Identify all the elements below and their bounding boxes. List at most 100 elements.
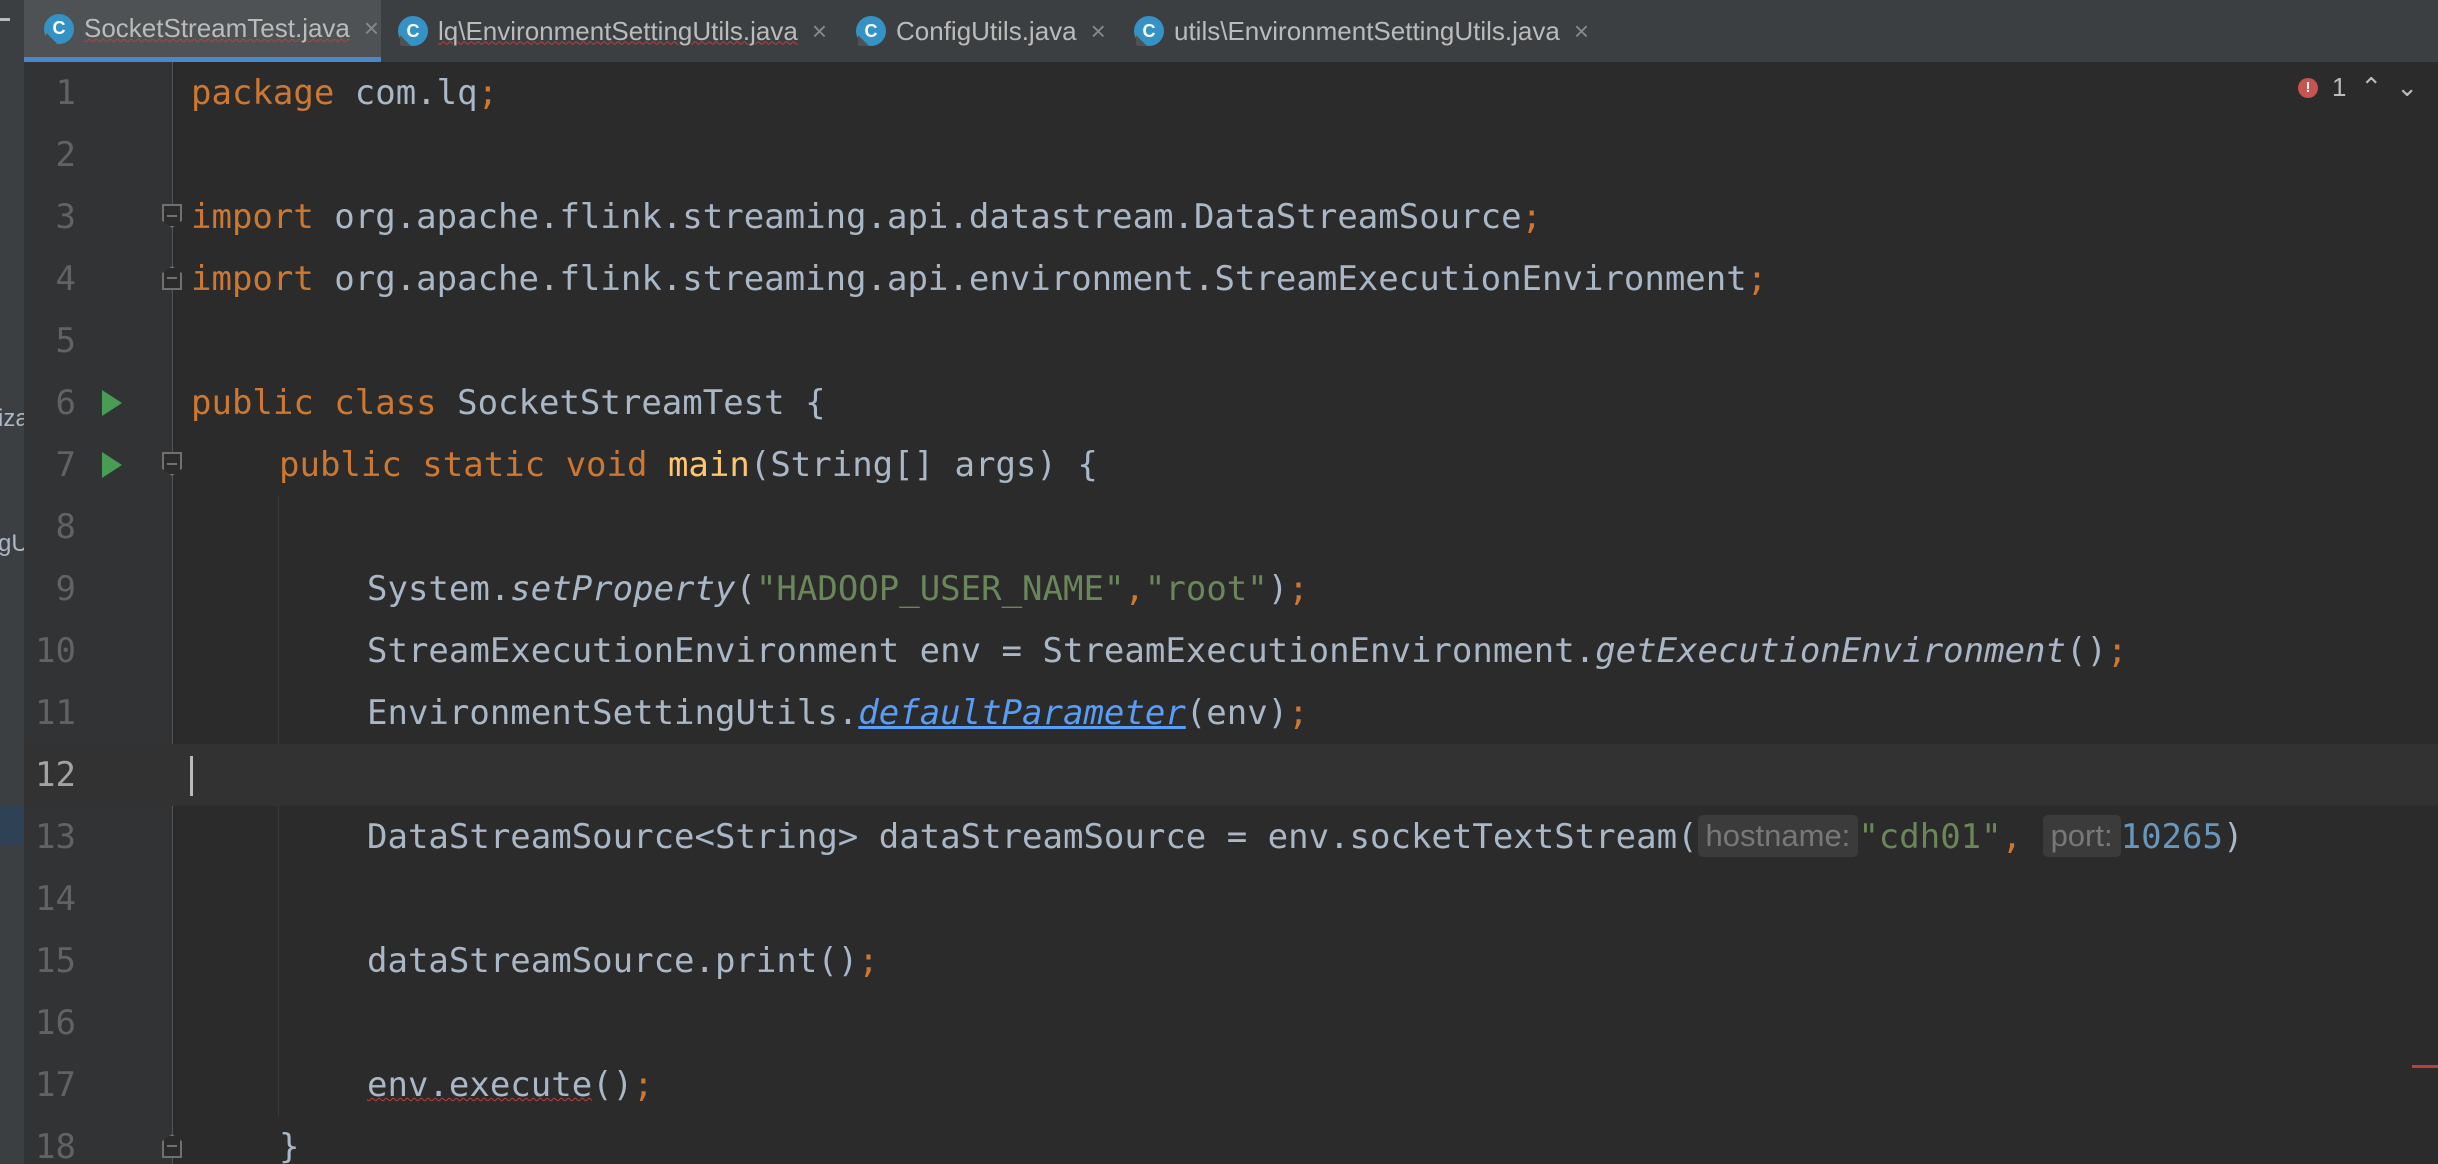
code-line: 15 dataStreamSource.print();: [24, 930, 2438, 992]
token-keyword: public class: [191, 383, 437, 423]
token-text: (): [2066, 631, 2107, 671]
error-icon: !: [2297, 77, 2318, 98]
collapse-icon[interactable]: [0, 18, 10, 21]
ide-window: iza gU C SocketStreamTest.java × C lq\En…: [0, 0, 2438, 1164]
line-number: 18: [35, 1127, 76, 1164]
project-tree-fragment[interactable]: gU: [0, 530, 24, 558]
token-text: DataStreamSource<String> dataStreamSourc…: [367, 817, 1698, 857]
line-number: 13: [35, 817, 76, 857]
close-icon[interactable]: ×: [812, 16, 827, 47]
line-number: 9: [55, 569, 76, 609]
token-text: org.apache.flink.streaming.api.datastrea…: [313, 197, 1522, 237]
token-semicolon: ;: [1521, 197, 1543, 237]
code-line: 9 System.setProperty("HADOOP_USER_NAME",…: [24, 558, 2438, 620]
fold-icon[interactable]: [162, 1134, 182, 1158]
code-line: 11 EnvironmentSettingUtils.defaultParame…: [24, 682, 2438, 744]
token-keyword: package: [191, 73, 335, 113]
token-function: main: [667, 445, 750, 485]
java-class-icon: C: [44, 13, 74, 44]
method-link[interactable]: defaultParameter: [858, 693, 1186, 733]
token-number: 10265: [2120, 817, 2223, 857]
token-method: setProperty: [510, 569, 736, 609]
line-code: }: [279, 1116, 299, 1164]
line-code: public static void main(String[] args) {: [279, 434, 1098, 496]
token-string: "root": [1144, 569, 1268, 609]
token-method: getExecutionEnvironment: [1595, 631, 2066, 671]
java-class-icon: C: [856, 16, 886, 46]
line-number: 11: [35, 693, 76, 733]
code-line: 3 import org.apache.flink.streaming.api.…: [24, 186, 2438, 248]
tab-label: lq\EnvironmentSettingUtils.java: [438, 15, 798, 46]
token-semicolon: ;: [633, 1065, 654, 1105]
tab-label: utils\EnvironmentSettingUtils.java: [1174, 15, 1560, 46]
token-text: }: [279, 1127, 300, 1164]
token-keyword: import: [191, 259, 314, 299]
line-code: dataStreamSource.print();: [367, 930, 879, 992]
token-semicolon: ;: [1746, 259, 1768, 299]
fold-icon[interactable]: [162, 204, 182, 228]
tab-label: ConfigUtils.java: [896, 15, 1077, 46]
token-text: com.lq: [334, 73, 478, 113]
fold-icon[interactable]: [162, 452, 182, 476]
code-line-current[interactable]: 12: [24, 744, 2438, 806]
token-semicolon: ;: [858, 941, 879, 981]
run-icon[interactable]: [102, 390, 122, 416]
close-icon[interactable]: ×: [1574, 16, 1589, 47]
error-stripe-marker[interactable]: [2412, 1065, 2438, 1068]
project-panel-edge[interactable]: iza gU: [0, 0, 25, 1164]
tab-label: SocketStreamTest.java: [84, 13, 350, 43]
line-code: System.setProperty("HADOOP_USER_NAME","r…: [367, 558, 1309, 620]
token-text: StreamExecutionEnvironment env = StreamE…: [367, 631, 1596, 671]
tab-configutils[interactable]: C ConfigUtils.java ×: [856, 0, 1106, 62]
code-line: 10 StreamExecutionEnvironment env = Stre…: [24, 620, 2438, 682]
line-code: import org.apache.flink.streaming.api.en…: [191, 248, 1767, 310]
line-number: 15: [35, 941, 76, 981]
code-line: 1 package com.lq;: [24, 62, 2438, 124]
token-text: System.: [367, 569, 511, 609]
code-line: 6 public class SocketStreamTest {: [24, 372, 2438, 434]
line-code: public class SocketStreamTest {: [191, 372, 826, 434]
code-line: 8: [24, 496, 2438, 558]
token-semicolon: ;: [1288, 693, 1309, 733]
close-icon[interactable]: ×: [364, 13, 379, 44]
token-text: (env): [1185, 693, 1289, 733]
line-number: 10: [35, 631, 76, 671]
line-number: 7: [55, 445, 76, 485]
token-text: ): [2222, 817, 2244, 857]
token-text: org.apache.flink.streaming.api.environme…: [313, 259, 1747, 299]
project-tree-fragment[interactable]: iza: [0, 405, 24, 433]
token-text: (: [735, 569, 756, 609]
line-number: 16: [35, 1003, 76, 1043]
fold-icon[interactable]: [162, 266, 182, 290]
next-problem-icon[interactable]: ⌄: [2396, 72, 2418, 103]
token-comma: ,: [2001, 817, 2043, 857]
code-line: 2: [24, 124, 2438, 186]
line-code: package com.lq;: [191, 62, 498, 124]
code-line: 17 env.execute();: [24, 1054, 2438, 1116]
text-caret: [190, 756, 193, 796]
token-text: dataStreamSource.print(): [367, 941, 859, 981]
tab-lq-environmentsettingutils[interactable]: C lq\EnvironmentSettingUtils.java ×: [398, 0, 827, 62]
line-number: 3: [55, 197, 76, 237]
error-count[interactable]: 1: [2332, 72, 2346, 103]
run-icon[interactable]: [102, 452, 122, 478]
line-code: DataStreamSource<String> dataStreamSourc…: [367, 806, 2243, 868]
token-string: "cdh01": [1858, 817, 2002, 857]
java-class-icon: C: [1134, 16, 1164, 46]
line-number: 17: [35, 1065, 76, 1105]
code-editor[interactable]: 1 package com.lq; 2 3 import org.apache.…: [24, 62, 2438, 1164]
parameter-hint: hostname:: [1697, 815, 1859, 857]
line-number: 6: [55, 383, 76, 423]
project-tree-selection: [0, 805, 24, 845]
line-number: 8: [55, 507, 76, 547]
inspection-widget[interactable]: ! 1 ⌃ ⌄: [2297, 72, 2418, 103]
code-line: 13 DataStreamSource<String> dataStreamSo…: [24, 806, 2438, 868]
tab-utils-environmentsettingutils[interactable]: C utils\EnvironmentSettingUtils.java ×: [1134, 0, 1589, 62]
line-code: env.execute();: [367, 1054, 654, 1116]
tab-socketstreamtest[interactable]: C SocketStreamTest.java ×: [24, 0, 381, 62]
token-text: SocketStreamTest {: [436, 383, 826, 423]
previous-problem-icon[interactable]: ⌃: [2360, 72, 2382, 103]
line-code: import org.apache.flink.streaming.api.da…: [191, 186, 1542, 248]
line-number: 2: [55, 135, 76, 175]
close-icon[interactable]: ×: [1091, 16, 1106, 47]
